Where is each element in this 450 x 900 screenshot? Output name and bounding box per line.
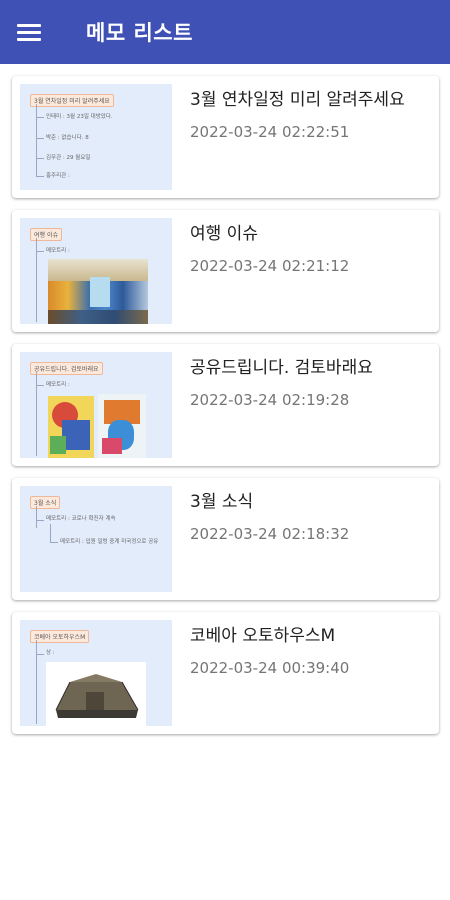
memo-title: 코베아 오토하우스M (190, 626, 336, 646)
memo-date: 2022-03-24 02:22:51 (190, 123, 350, 141)
mindmap-node: 박준 : 없습니다. 8 (46, 135, 89, 141)
mindmap-node: 김무관 : 29 월요일 (46, 155, 91, 161)
memo-thumbnail: 여행 이슈 메모트리 : (20, 218, 172, 324)
memo-card[interactable]: 3월 소식 메모트리 : 코로나 확진자 계속 메모트리 : 입원 일렁 중계 … (12, 478, 439, 600)
mindmap-node: 메모트리 : 입원 일렁 중계 미국정으로 공유 (60, 539, 159, 545)
memo-thumbnail: 3월 연차일정 미리 알려주세요 인태미 : 3월 23일 대방았다. 박준 :… (20, 84, 172, 190)
memo-thumbnail: 코베아 오토하우스M 상 : (20, 620, 172, 726)
memo-card[interactable]: 3월 연차일정 미리 알려주세요 인태미 : 3월 23일 대방았다. 박준 :… (12, 76, 439, 198)
memo-date: 2022-03-24 02:21:12 (190, 257, 350, 275)
corridor-photo (48, 259, 148, 324)
mindmap-node: 인태미 : 3월 23일 대방았다. (46, 114, 113, 120)
memo-card[interactable]: 여행 이슈 메모트리 : 여행 이슈 2022-03-24 02:21:12 (12, 210, 439, 332)
memo-date: 2022-03-24 02:18:32 (190, 525, 350, 543)
mindmap-node: 메모트리 : (46, 248, 70, 254)
memo-thumbnail: 공유드립니다. 검토바래요 메모트리 : (20, 352, 172, 458)
tent-photo (46, 662, 146, 726)
memo-title: 3월 소식 (190, 492, 254, 512)
mindmap-node: 상 : (46, 650, 55, 656)
mindmap-root-node: 코베아 오토하우스M (30, 630, 90, 643)
mindmap-root-node: 여행 이슈 (30, 228, 62, 241)
memo-date: 2022-03-24 00:39:40 (190, 659, 350, 677)
poster-image-left (48, 396, 94, 458)
hamburger-menu-button[interactable] (0, 0, 58, 64)
mindmap-root-node: 공유드립니다. 검토바래요 (30, 362, 103, 375)
memo-title: 3월 연차일정 미리 알려주세요 (190, 90, 405, 110)
memo-list: 3월 연차일정 미리 알려주세요 인태미 : 3월 23일 대방았다. 박준 :… (0, 64, 450, 734)
poster-image-right (98, 394, 146, 458)
mindmap-node: 메모트리 : (46, 382, 70, 388)
hamburger-menu-icon (17, 20, 41, 45)
memo-card[interactable]: 코베아 오토하우스M 상 : 코베아 오토하우스M 2022-03-24 00:… (12, 612, 439, 734)
mindmap-root-node: 3월 소식 (30, 496, 61, 509)
memo-title: 여행 이슈 (190, 224, 258, 244)
app-bar: 메모 리스트 (0, 0, 450, 64)
page-title: 메모 리스트 (86, 21, 193, 45)
mindmap-root-node: 3월 연차일정 미리 알려주세요 (30, 94, 114, 107)
memo-card[interactable]: 공유드립니다. 검토바래요 메모트리 : 공유드립니다. 검토바래요 2022-… (12, 344, 439, 466)
mindmap-node: 홍주리관 : (46, 173, 70, 179)
mindmap-node: 메모트리 : 코로나 확진자 계속 (46, 516, 116, 522)
memo-title: 공유드립니다. 검토바래요 (190, 358, 373, 378)
memo-date: 2022-03-24 02:19:28 (190, 391, 350, 409)
memo-thumbnail: 3월 소식 메모트리 : 코로나 확진자 계속 메모트리 : 입원 일렁 중계 … (20, 486, 172, 592)
